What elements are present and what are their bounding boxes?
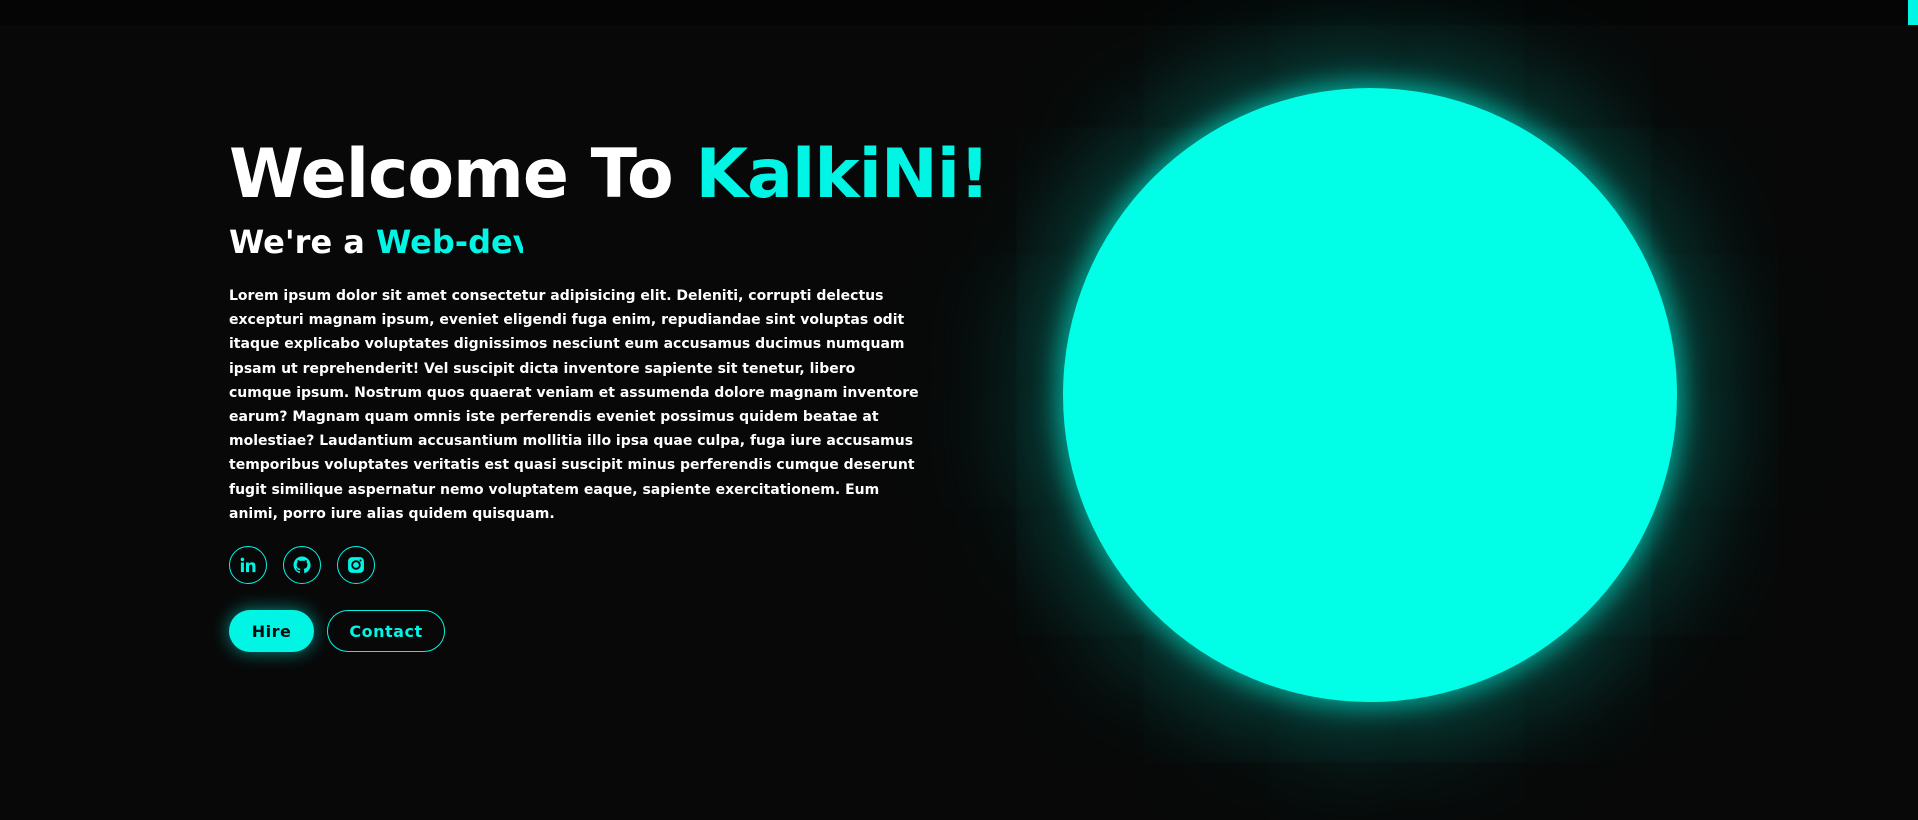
hero-title-brand: KalkiNi!: [695, 135, 990, 214]
hero-title: Welcome To KalkiNi!: [229, 130, 990, 220]
glowing-orb: [1063, 88, 1677, 702]
github-icon: [293, 556, 311, 574]
contact-button[interactable]: Contact: [327, 610, 445, 653]
linkedin-icon: [240, 557, 256, 573]
top-bar: [0, 0, 1918, 25]
hero-subtitle: We're a Web-dev: [229, 220, 929, 264]
subtitle-prefix: We're a: [229, 223, 365, 261]
hero-section: Welcome To KalkiNi! We're a Web-dev Lore…: [229, 130, 990, 653]
linkedin-link[interactable]: [229, 546, 267, 585]
github-link[interactable]: [283, 546, 321, 585]
hero-actions: Hire Contact: [229, 610, 929, 653]
instagram-icon: [348, 557, 364, 573]
instagram-link[interactable]: [337, 546, 375, 585]
scroll-indicator: [1908, 0, 1918, 25]
social-links: [229, 546, 929, 585]
typed-role: Web-dev: [376, 223, 524, 261]
hire-button[interactable]: Hire: [229, 610, 314, 653]
hero-title-main: Welcome To: [229, 135, 674, 214]
hero-description: Lorem ipsum dolor sit amet consectetur a…: [229, 288, 919, 522]
